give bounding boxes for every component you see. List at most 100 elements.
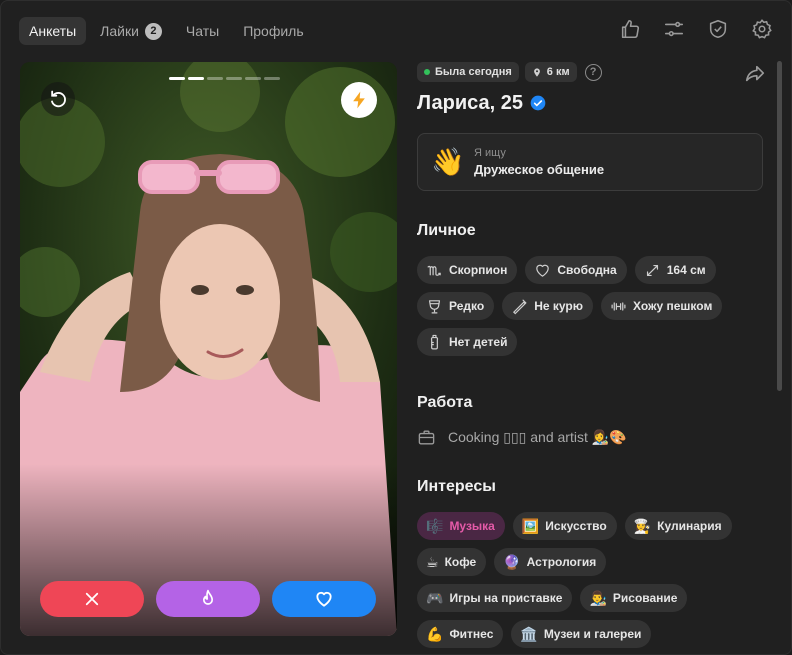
expand-icon	[646, 264, 658, 276]
likes-count-badge: 2	[144, 22, 162, 40]
tab-likes[interactable]: Лайки 2	[90, 17, 172, 45]
chip-children[interactable]: Нет детей	[417, 328, 518, 356]
heart-outline-icon	[536, 264, 550, 277]
profile-meta: Была сегодня 6 км ?	[417, 61, 767, 83]
profile-name: Лариса, 25	[417, 91, 767, 115]
looking-for-card: 👋 Я ищу Дружеское общение	[417, 133, 763, 191]
dislike-button[interactable]	[40, 581, 144, 617]
chip-label: Рисование	[612, 591, 678, 605]
chip-label: Не курю	[534, 299, 583, 313]
super-like-button[interactable]	[156, 581, 260, 617]
photo-progress	[169, 77, 280, 80]
thumbs-up-icon[interactable]	[619, 18, 641, 40]
chip-label: Музеи и галереи	[543, 627, 642, 641]
chip-alcohol[interactable]: Редко	[417, 292, 495, 320]
chip-label: Свободна	[557, 263, 617, 277]
share-icon[interactable]	[743, 63, 767, 85]
progress-segment	[188, 77, 204, 80]
verified-badge-icon	[530, 95, 546, 111]
museum-icon: 🏛️	[520, 626, 538, 642]
progress-segment	[169, 77, 185, 80]
art-icon: 🖼️	[521, 518, 540, 534]
online-status-badge: Была сегодня	[417, 62, 519, 82]
shield-check-icon[interactable]	[707, 18, 729, 40]
like-button[interactable]	[272, 581, 376, 617]
chip-height[interactable]: 164 см	[634, 256, 716, 284]
chip-label: Скорпион	[449, 263, 508, 277]
status-text: Была сегодня	[435, 66, 512, 78]
progress-segment	[207, 77, 223, 80]
personal-chips: Скорпион Свободна 164 см Редко Не курю Х…	[417, 256, 767, 356]
chip-smoking[interactable]: Не курю	[502, 292, 593, 320]
name-age-text: Лариса, 25	[417, 91, 524, 114]
tab-label: Чаты	[185, 23, 220, 39]
online-dot	[424, 69, 430, 75]
tab-profile[interactable]: Профиль	[233, 17, 313, 45]
swipe-actions	[40, 581, 376, 617]
chip-interest-cooking[interactable]: 👩‍🍳 Кулинария	[624, 512, 732, 540]
section-title: Интересы	[417, 478, 496, 495]
scorpio-icon	[427, 265, 441, 276]
chip-label: 164 см	[666, 263, 706, 277]
chip-interest-drawing[interactable]: 👨‍🎨 Рисование	[580, 584, 688, 612]
progress-segment	[226, 77, 242, 80]
interests-section: Интересы 🎼 Музыка 🖼️ Искусство 👩‍🍳 Кулинари…	[417, 478, 767, 648]
chip-label: Астрология	[526, 555, 597, 569]
tab-profiles[interactable]: Анкеты	[19, 17, 87, 45]
profile-photo[interactable]	[20, 62, 397, 636]
chip-interest-music[interactable]: 🎼 Музыка	[417, 512, 505, 540]
muscle-icon: 💪	[426, 626, 444, 642]
no-smoking-icon	[513, 299, 527, 314]
progress-segment	[264, 77, 280, 80]
chip-interest-fitness[interactable]: 💪 Фитнес	[417, 620, 504, 648]
undo-button[interactable]	[41, 82, 75, 116]
chip-activity[interactable]: Хожу пешком	[600, 292, 723, 320]
scrollbar[interactable]	[777, 61, 782, 391]
wine-glass-icon	[428, 299, 441, 313]
chip-interest-art[interactable]: 🖼️ Искусство	[512, 512, 617, 540]
chip-label: Кулинария	[657, 519, 722, 533]
tab-chats[interactable]: Чаты	[176, 17, 229, 45]
coffee-icon: ☕	[426, 554, 439, 570]
music-icon: 🎼	[426, 518, 444, 534]
undo-icon	[51, 90, 66, 108]
distance-badge: 6 км	[524, 62, 577, 82]
chip-label: Музыка	[449, 519, 495, 533]
help-icon[interactable]: ?	[584, 63, 602, 81]
sliders-icon[interactable]	[663, 18, 685, 40]
section-title: Личное	[417, 222, 476, 239]
app-window: Анкеты Лайки 2 Чаты Профиль Была сегодня…	[0, 0, 792, 655]
dumbbell-icon	[611, 301, 626, 311]
section-title: Работа	[417, 394, 473, 411]
close-icon	[85, 592, 99, 606]
distance-text: 6 км	[546, 66, 570, 78]
looking-for-value: Дружеское общение	[474, 162, 605, 177]
gear-icon[interactable]	[751, 18, 773, 40]
tab-label: Анкеты	[29, 23, 77, 39]
progress-segment	[245, 77, 261, 80]
top-navigation: Анкеты Лайки 2 Чаты Профиль	[19, 17, 314, 45]
boost-button[interactable]	[341, 82, 377, 118]
work-text: Cooking ▯▯▯ and artist 👩‍🎨🎨	[448, 429, 627, 445]
chip-relationship[interactable]: Свободна	[525, 256, 627, 284]
crystal-ball-icon: 🔮	[503, 554, 521, 570]
chip-label: Хожу пешком	[632, 299, 713, 313]
tab-label: Профиль	[243, 23, 304, 39]
profile-info-panel: Была сегодня 6 км ? Лариса, 25 👋 Я ищу Д…	[417, 61, 767, 654]
tab-label: Лайки	[100, 23, 139, 39]
photo-illustration	[20, 62, 397, 636]
chip-interest-museums[interactable]: 🏛️ Музеи и галереи	[511, 620, 652, 648]
looking-for-label: Я ищу	[474, 147, 506, 159]
chip-label: Игры на приставке	[449, 591, 563, 605]
baby-bottle-icon	[430, 334, 439, 349]
briefcase-icon	[418, 430, 435, 445]
chip-interest-astrology[interactable]: 🔮 Астрология	[494, 548, 607, 576]
chip-label: Редко	[449, 299, 485, 313]
chip-zodiac[interactable]: Скорпион	[417, 256, 518, 284]
personal-section: Личное Скорпион Свободна 164 см Редко Не…	[417, 222, 767, 356]
gamepad-icon: 🎮	[426, 590, 444, 606]
work-section: Работа Cooking ▯▯▯ and artist 👩‍🎨🎨	[417, 394, 627, 447]
interest-chips: 🎼 Музыка 🖼️ Искусство 👩‍🍳 Кулинария ☕ Кофе 🔮…	[417, 512, 767, 648]
chip-interest-coffee[interactable]: ☕ Кофе	[417, 548, 487, 576]
chip-interest-console-games[interactable]: 🎮 Игры на приставке	[417, 584, 573, 612]
